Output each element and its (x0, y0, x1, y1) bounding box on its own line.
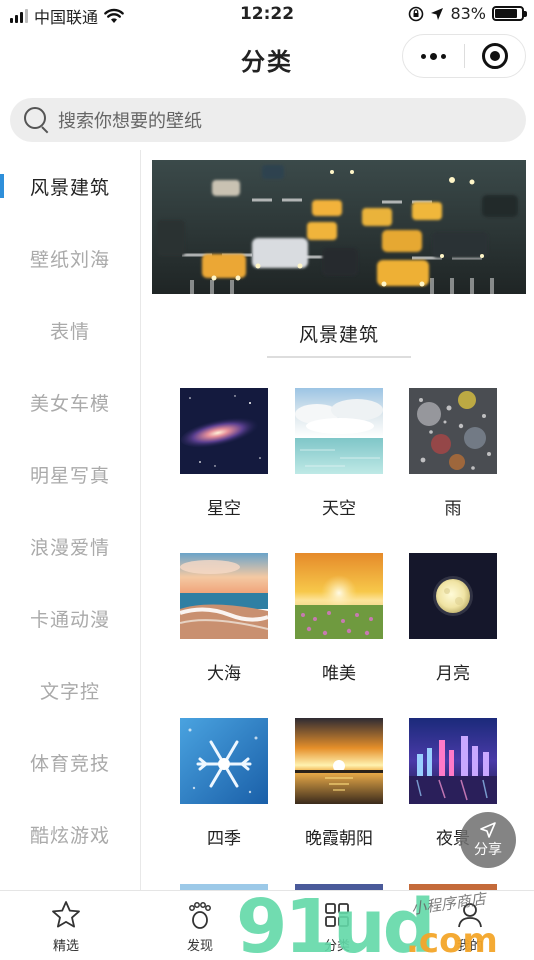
grid-label: 晚霞朝阳 (305, 829, 373, 849)
sidebar-item-scenery[interactable]: 风景建筑 (0, 150, 140, 222)
tab-label: 精选 (52, 939, 79, 954)
grid-item-sea[interactable]: 大海 (180, 553, 268, 684)
sidebar-item-celebrity[interactable]: 明星写真 (0, 438, 140, 510)
thumbnail-aesthetic (295, 553, 383, 639)
grid-label: 唯美 (322, 664, 356, 684)
tab-label: 分类 (323, 939, 350, 954)
sidebar-item-text[interactable]: 文字控 (0, 654, 140, 726)
mini-program-capsule (402, 34, 526, 78)
sidebar-item-anime[interactable]: 卡通动漫 (0, 582, 140, 654)
battery-fill (495, 9, 517, 18)
grid-label: 大海 (207, 664, 241, 684)
share-button[interactable]: 分享 (460, 812, 516, 868)
location-icon (431, 7, 444, 20)
target-icon[interactable] (464, 34, 525, 78)
tab-featured[interactable]: 精选 (26, 899, 106, 954)
search-input[interactable]: 搜索你想要的壁纸 (10, 98, 526, 142)
grid-label: 月亮 (436, 664, 470, 684)
tab-discover[interactable]: 发现 (160, 899, 240, 954)
orientation-lock-icon (409, 6, 424, 21)
thumbnail-sea (180, 553, 268, 639)
sidebar-item-emoji[interactable]: 表情 (0, 294, 140, 366)
thumbnail-moon (409, 553, 497, 639)
thumbnail-night-view (409, 718, 497, 804)
sidebar-item-models[interactable]: 美女车模 (0, 366, 140, 438)
status-bar: 中国联通 12:22 83% (0, 0, 534, 30)
grid-icon (325, 903, 349, 927)
tab-me[interactable]: 我的 (430, 899, 510, 954)
search-icon (24, 107, 50, 134)
share-label: 分享 (474, 841, 502, 858)
grid-item-sky[interactable]: 天空 (295, 388, 383, 519)
category-banner-image[interactable] (152, 160, 526, 294)
thumbnail-rain (409, 388, 497, 474)
share-arrow-icon (480, 821, 496, 838)
section-title: 风景建筑 (298, 324, 379, 346)
sidebar-item-romance[interactable]: 浪漫爱情 (0, 510, 140, 582)
grid-item-moon[interactable]: 月亮 (409, 553, 497, 684)
grid-item-rain[interactable]: 雨 (409, 388, 497, 519)
grid-item-aesthetic[interactable]: 唯美 (295, 553, 383, 684)
sidebar-item-notch-wallpaper[interactable]: 壁纸刘海 (0, 222, 140, 294)
thumbnail-starry-sky (180, 388, 268, 474)
nav-bar: 分类 (0, 30, 534, 86)
sidebar-item-games[interactable]: 酷炫游戏 (0, 798, 140, 870)
grid-label: 星空 (207, 499, 241, 519)
battery-icon (492, 6, 527, 21)
tab-label: 我的 (456, 939, 483, 954)
tab-categories[interactable]: 分类 (297, 899, 377, 954)
grid-item-starry-sky[interactable]: 星空 (180, 388, 268, 519)
user-icon (458, 903, 482, 928)
grid-item-seasons[interactable]: 四季 (180, 718, 268, 849)
tab-label: 发现 (186, 939, 213, 954)
sidebar-item-sports[interactable]: 体育竞技 (0, 726, 140, 798)
category-content: 风景建筑 星空 天空 雨 大海 唯美 月亮 四季 晚霞朝阳 夜景 (152, 160, 526, 849)
grid-label: 雨 (444, 499, 462, 519)
status-right: 83% (408, 4, 527, 23)
grid-label: 四季 (207, 829, 241, 849)
thumbnail-seasons (180, 718, 268, 804)
tab-bar: 精选 发现 分类 我的 (0, 890, 534, 960)
star-icon (52, 901, 80, 928)
footprint-icon (189, 902, 211, 929)
grid-item-dusk-dawn[interactable]: 晚霞朝阳 (295, 718, 383, 849)
grid-label: 天空 (322, 499, 356, 519)
ellipsis-icon[interactable] (403, 34, 464, 78)
category-sidebar: 风景建筑 壁纸刘海 表情 美女车模 明星写真 浪漫爱情 卡通动漫 文字控 体育竞… (0, 150, 141, 890)
battery-percent: 83% (450, 4, 486, 23)
search-placeholder: 搜索你想要的壁纸 (58, 111, 202, 132)
thumbnail-dusk-dawn (295, 718, 383, 804)
thumbnail-sky (295, 388, 383, 474)
section-title-underline (267, 356, 411, 358)
